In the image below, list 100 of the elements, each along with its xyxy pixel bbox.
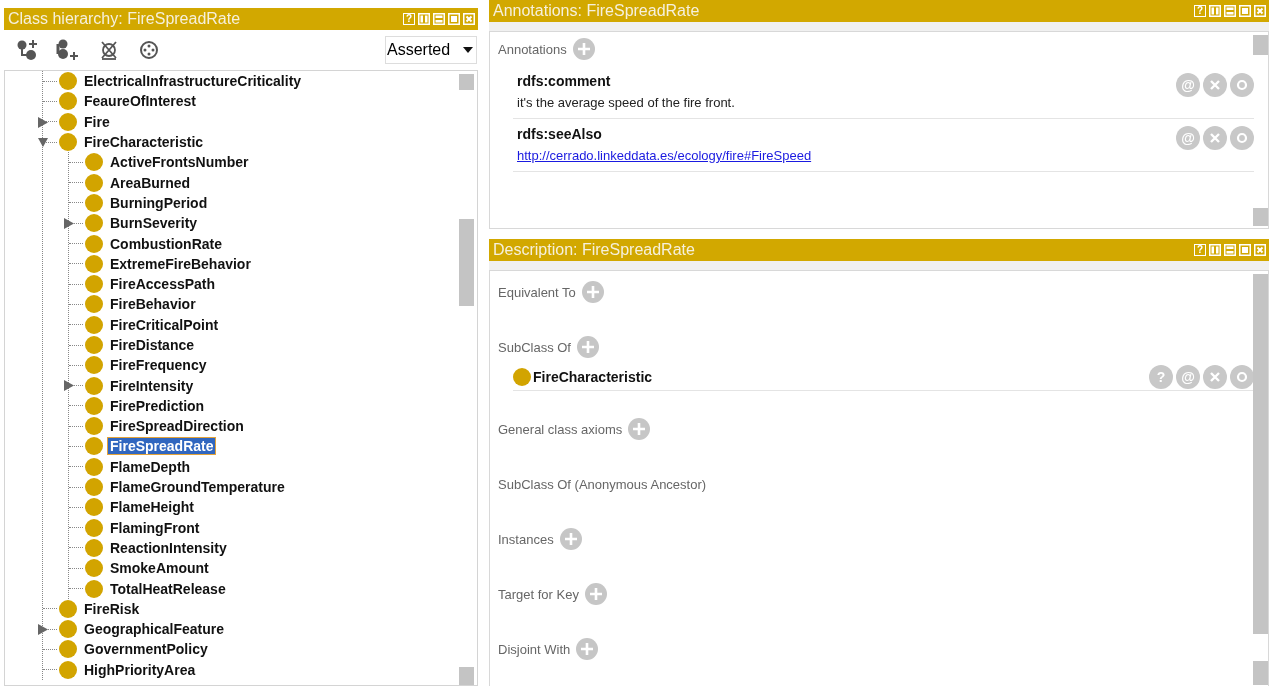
plus-icon xyxy=(585,285,600,299)
tree-item[interactable]: FireSpreadDirection xyxy=(107,417,247,436)
section-label: SubClass Of (Anonymous Ancestor) xyxy=(498,476,707,492)
scrollbar[interactable] xyxy=(1253,32,1267,228)
add-button[interactable] xyxy=(628,418,651,440)
tree-item[interactable]: ExtremeFireBehavior xyxy=(107,254,254,273)
tree-item[interactable]: FireBehavior xyxy=(107,295,199,314)
collapsed-arrow-icon[interactable] xyxy=(38,624,48,635)
caret-icon xyxy=(463,47,473,53)
tree-item[interactable]: FireAccessPath xyxy=(107,275,219,294)
tree-item[interactable]: FlameHeight xyxy=(107,498,197,517)
tree-item[interactable]: BurnSeverity xyxy=(107,214,201,233)
class-icon xyxy=(59,620,77,639)
split-horizontal-icon[interactable] xyxy=(1224,244,1236,256)
tree-item[interactable]: FireFrequency xyxy=(107,356,210,375)
tree-item[interactable]: CombustionRate xyxy=(107,234,225,253)
view-dropdown[interactable]: Asserted xyxy=(385,36,477,64)
add-button[interactable] xyxy=(572,38,595,60)
section-label: Disjoint With xyxy=(498,641,571,657)
tree-item[interactable]: SmokeAmount xyxy=(107,559,212,578)
split-horizontal-icon[interactable] xyxy=(433,13,445,25)
tree-item[interactable]: FireDistance xyxy=(107,336,198,354)
tree-item[interactable]: FireCriticalPoint xyxy=(107,315,222,334)
split-vertical-icon[interactable] xyxy=(1209,5,1221,17)
edit-button[interactable] xyxy=(1230,365,1254,389)
delete-button[interactable] xyxy=(1203,73,1227,97)
annotation-link[interactable]: http://cerrado.linkeddata.es/ecology/fire#FireSpeed xyxy=(517,148,812,163)
close-icon[interactable] xyxy=(463,13,475,25)
annotation-value: it's the average speed of the fire front. xyxy=(517,95,735,110)
class-icon xyxy=(85,356,103,375)
collapsed-arrow-icon[interactable] xyxy=(38,116,48,128)
tree-item[interactable]: FlamingFront xyxy=(107,518,203,537)
scrollbar[interactable] xyxy=(1253,271,1267,686)
tree-item[interactable]: AreaBurned xyxy=(107,173,194,192)
add-button[interactable] xyxy=(584,583,607,605)
tree-item[interactable]: FireIntensity xyxy=(107,376,197,395)
add-button[interactable] xyxy=(577,336,599,358)
tree-item[interactable]: FeaureOfInterest xyxy=(81,92,200,111)
delete-button[interactable] xyxy=(1203,126,1227,150)
class-icon xyxy=(85,559,103,578)
class-icon xyxy=(85,457,103,476)
tree-item[interactable]: BurningPeriod xyxy=(107,193,211,212)
class-icon xyxy=(85,336,103,354)
plus-icon xyxy=(576,42,591,56)
close-icon[interactable] xyxy=(1254,244,1266,256)
panel-title: Description: FireSpreadRate xyxy=(493,241,695,259)
edit-button[interactable] xyxy=(1230,73,1254,97)
class-icon xyxy=(59,72,77,91)
tree-item[interactable]: FirePrediction xyxy=(107,396,208,415)
plus-icon xyxy=(588,587,603,601)
close-icon xyxy=(1209,132,1221,144)
tree-item[interactable]: ActiveFrontsNumber xyxy=(107,153,252,172)
close-icon xyxy=(1209,371,1221,383)
tree-item[interactable]: FlameGroundTemperature xyxy=(107,478,288,497)
tree-item[interactable]: HighPriorityArea xyxy=(81,660,199,679)
plus-icon xyxy=(563,532,578,546)
section-label: Target for Key xyxy=(498,586,579,602)
edit-button[interactable] xyxy=(1230,126,1254,150)
tree-item[interactable]: ElectricalInfrastructureCriticality xyxy=(81,72,305,91)
tree-item[interactable]: FireCharacteristic xyxy=(81,133,207,152)
scrollbar[interactable] xyxy=(459,71,475,685)
expanded-arrow-icon[interactable] xyxy=(38,136,48,148)
add-button[interactable] xyxy=(559,528,582,550)
class-icon xyxy=(59,92,77,111)
tree-item[interactable]: Fire xyxy=(81,112,113,131)
close-icon[interactable] xyxy=(1254,5,1266,17)
tree-item[interactable]: GeographicalFeature xyxy=(81,620,228,639)
class-icon xyxy=(85,153,103,172)
add-button[interactable] xyxy=(581,281,604,303)
split-vertical-icon[interactable] xyxy=(1209,244,1221,256)
class-icon xyxy=(85,518,103,537)
tree-item[interactable]: ReactionIntensity xyxy=(107,538,230,557)
section-label: Annotations xyxy=(498,41,567,57)
plus-icon xyxy=(581,340,595,354)
collapsed-arrow-icon[interactable] xyxy=(64,380,74,392)
tree-item[interactable]: GovernmentPolicy xyxy=(81,640,211,659)
class-icon xyxy=(85,396,103,415)
class-icon xyxy=(85,234,103,253)
maximize-icon[interactable] xyxy=(1239,244,1251,256)
split-horizontal-icon[interactable] xyxy=(1224,5,1236,17)
delete-button[interactable] xyxy=(1203,365,1227,389)
tree-item[interactable]: FireSpreadRate xyxy=(107,437,217,456)
tree-item[interactable]: TotalHeatRelease xyxy=(107,579,229,598)
class-icon xyxy=(85,275,103,294)
maximize-icon[interactable] xyxy=(1239,5,1251,17)
class-icon xyxy=(85,579,103,598)
close-icon xyxy=(1209,79,1221,91)
class-icon xyxy=(85,498,103,517)
maximize-icon[interactable] xyxy=(448,13,460,25)
ring-icon xyxy=(1236,79,1248,91)
collapsed-arrow-icon[interactable] xyxy=(64,218,74,230)
class-icon xyxy=(85,417,103,436)
add-button[interactable] xyxy=(576,638,599,660)
class-icon xyxy=(85,315,103,334)
plus-icon xyxy=(580,642,595,656)
section-label: General class axioms xyxy=(498,421,623,437)
tree-item[interactable]: FireRisk xyxy=(81,599,143,618)
split-vertical-icon[interactable] xyxy=(418,13,430,25)
tree-item[interactable]: FlameDepth xyxy=(107,457,194,476)
class-icon xyxy=(85,478,103,497)
